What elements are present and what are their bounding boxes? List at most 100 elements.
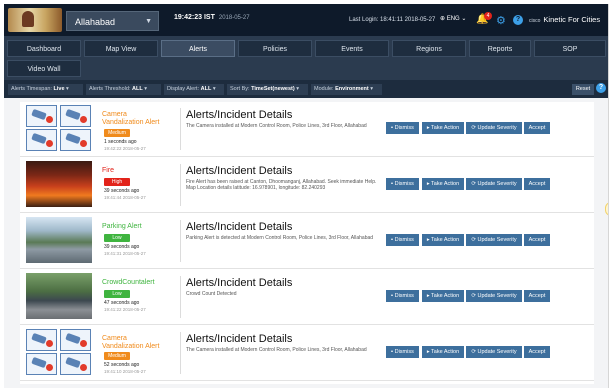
take-action-label: Take Action [431, 349, 460, 355]
camera-vandalization-icon [26, 329, 92, 375]
clock-date: 2018-05-27 [218, 15, 250, 21]
brand-name: Kinetic For Cities [543, 15, 601, 24]
update-severity-button[interactable]: ⟳ Update Severity [466, 346, 522, 358]
last-login: Last Login: 18:41:11 2018-05-27 [349, 17, 436, 23]
details-heading: Alerts/Incident Details [186, 165, 293, 177]
alert-row[interactable]: Parking Alert Low 39 seconds ago 19:41:3… [20, 214, 594, 269]
take-action-button[interactable]: ▸ Take Action [422, 346, 464, 358]
tab-alerts[interactable]: Alerts [161, 40, 235, 57]
alert-title[interactable]: Camera Vandalization Alert [102, 335, 162, 351]
cisco-logo: cisco [529, 18, 541, 24]
update-severity-button[interactable]: ⟳ Update Severity [466, 290, 522, 302]
alert-row[interactable]: CrowdCountalert Low 47 seconds ago 19:41… [20, 270, 594, 325]
tab-regions[interactable]: Regions [392, 40, 466, 57]
alert-title[interactable]: Camera Vandalization Alert [102, 111, 162, 127]
alert-row[interactable]: Camera Vandalization Alert Medium 52 sec… [20, 326, 594, 381]
update-severity-label: Update Severity [477, 237, 517, 243]
alert-timestamp: 19:41:10 2018-05-27 [104, 369, 146, 374]
help-icon[interactable]: ? [513, 15, 523, 25]
dismiss-label: Dismiss [394, 349, 414, 355]
chevron-down-icon: ⌄ [459, 16, 467, 22]
parking-snapshot [26, 217, 92, 263]
take-action-button[interactable]: ▸ Take Action [422, 178, 464, 190]
details-text: Crowd Count Detected [186, 291, 237, 297]
filter-threshold-value: ALL [132, 86, 143, 92]
filter-display-value: ALL [200, 86, 212, 92]
details-heading: Alerts/Incident Details [186, 221, 293, 233]
tab-sop[interactable]: SOP [534, 40, 606, 57]
update-severity-button[interactable]: ⟳ Update Severity [466, 234, 522, 246]
update-severity-label: Update Severity [477, 293, 517, 299]
tab-video-wall[interactable]: Video Wall [7, 60, 81, 77]
take-action-label: Take Action [431, 181, 460, 187]
dismiss-button[interactable]: ▪ Dismiss [386, 234, 419, 246]
camera-vandalization-icon [26, 105, 92, 151]
filter-threshold[interactable]: Alerts Threshold: ALL ▾ [86, 84, 161, 95]
notification-badge: 4 [484, 12, 492, 20]
help-icon[interactable]: ? [596, 83, 606, 93]
tab-reports[interactable]: Reports [469, 40, 531, 57]
take-action-button[interactable]: ▸ Take Action [422, 122, 464, 134]
clock-time: 19:42:23 IST [174, 14, 215, 21]
alert-timestamp: 19:42:22 2018-05-27 [104, 146, 146, 151]
alert-timestamp: 19:41:44 2018-05-27 [104, 195, 146, 200]
tab-policies[interactable]: Policies [238, 40, 312, 57]
filter-timespan[interactable]: Alerts Timespan: Live ▾ [8, 84, 83, 95]
filter-sort-by[interactable]: Sort By: TimeSet(newest) ▾ [227, 84, 308, 95]
update-severity-button[interactable]: ⟳ Update Severity [466, 178, 522, 190]
dismiss-label: Dismiss [394, 125, 414, 131]
side-panel-handle[interactable] [605, 202, 608, 216]
accept-button[interactable]: Accept [524, 346, 550, 358]
accept-button[interactable]: Accept [524, 290, 550, 302]
tab-map-view[interactable]: Map View [84, 40, 158, 57]
divider [180, 108, 181, 150]
dismiss-label: Dismiss [394, 237, 414, 243]
alert-title[interactable]: CrowdCountalert [102, 279, 162, 287]
alert-title[interactable]: Fire [102, 167, 162, 175]
main-nav: Dashboard Map View Alerts Policies Event… [4, 36, 608, 80]
severity-badge: Low [104, 234, 130, 242]
alert-age: 39 seconds ago [104, 244, 140, 250]
dismiss-button[interactable]: ▪ Dismiss [386, 290, 419, 302]
gear-icon[interactable]: ⚙ [496, 14, 506, 27]
filter-module[interactable]: Module: Environment ▾ [311, 84, 382, 95]
alert-age: 1 seconds ago [104, 139, 137, 145]
dismiss-button[interactable]: ▪ Dismiss [386, 346, 419, 358]
filter-display-alert[interactable]: Display Alert: ALL ▾ [164, 84, 224, 95]
language-select[interactable]: ⊕ ENG ⌄ [440, 15, 466, 22]
tab-dashboard[interactable]: Dashboard [7, 40, 81, 57]
fire-snapshot [26, 161, 92, 207]
take-action-label: Take Action [431, 237, 460, 243]
update-severity-label: Update Severity [477, 181, 517, 187]
take-action-label: Take Action [431, 125, 460, 131]
accept-button[interactable]: Accept [524, 234, 550, 246]
update-severity-button[interactable]: ⟳ Update Severity [466, 122, 522, 134]
take-action-button[interactable]: ▸ Take Action [422, 234, 464, 246]
alert-timestamp: 19:41:22 2018-05-27 [104, 307, 146, 312]
city-select[interactable]: Allahabad ▼ [66, 11, 159, 31]
alert-row[interactable]: Camera Vandalization Alert Medium 1 seco… [20, 102, 594, 157]
tab-events[interactable]: Events [315, 40, 389, 57]
details-text: Fire Alert has been raised at Canton, Dh… [186, 179, 377, 191]
severity-badge: Medium [104, 352, 130, 360]
severity-badge: Low [104, 290, 130, 298]
app-window: Allahabad ▼ 19:42:23 IST 2018-05-27 Last … [4, 4, 609, 388]
city-select-value: Allahabad [75, 17, 116, 27]
filter-module-label: Module: [314, 86, 334, 92]
accept-button[interactable]: Accept [524, 178, 550, 190]
details-heading: Alerts/Incident Details [186, 277, 293, 289]
alert-timestamp: 19:41:31 2018-05-27 [104, 251, 146, 256]
brand: cisco Kinetic For Cities [529, 15, 600, 24]
reset-button[interactable]: Reset [572, 84, 594, 95]
alert-title[interactable]: Parking Alert [102, 223, 162, 231]
filter-bar: Alerts Timespan: Live ▾ Alerts Threshold… [4, 80, 608, 98]
dismiss-button[interactable]: ▪ Dismiss [386, 178, 419, 190]
filter-threshold-label: Alerts Threshold: [89, 86, 131, 92]
accept-button[interactable]: Accept [524, 122, 550, 134]
filter-sort-value: TimeSet(newest) [251, 86, 295, 92]
filter-module-value: Environment [335, 86, 369, 92]
alert-row[interactable]: Fire High 39 seconds ago 19:41:44 2018-0… [20, 158, 594, 213]
dismiss-button[interactable]: ▪ Dismiss [386, 122, 419, 134]
take-action-button[interactable]: ▸ Take Action [422, 290, 464, 302]
details-text: The Camera installed at Modern Control R… [186, 347, 367, 353]
